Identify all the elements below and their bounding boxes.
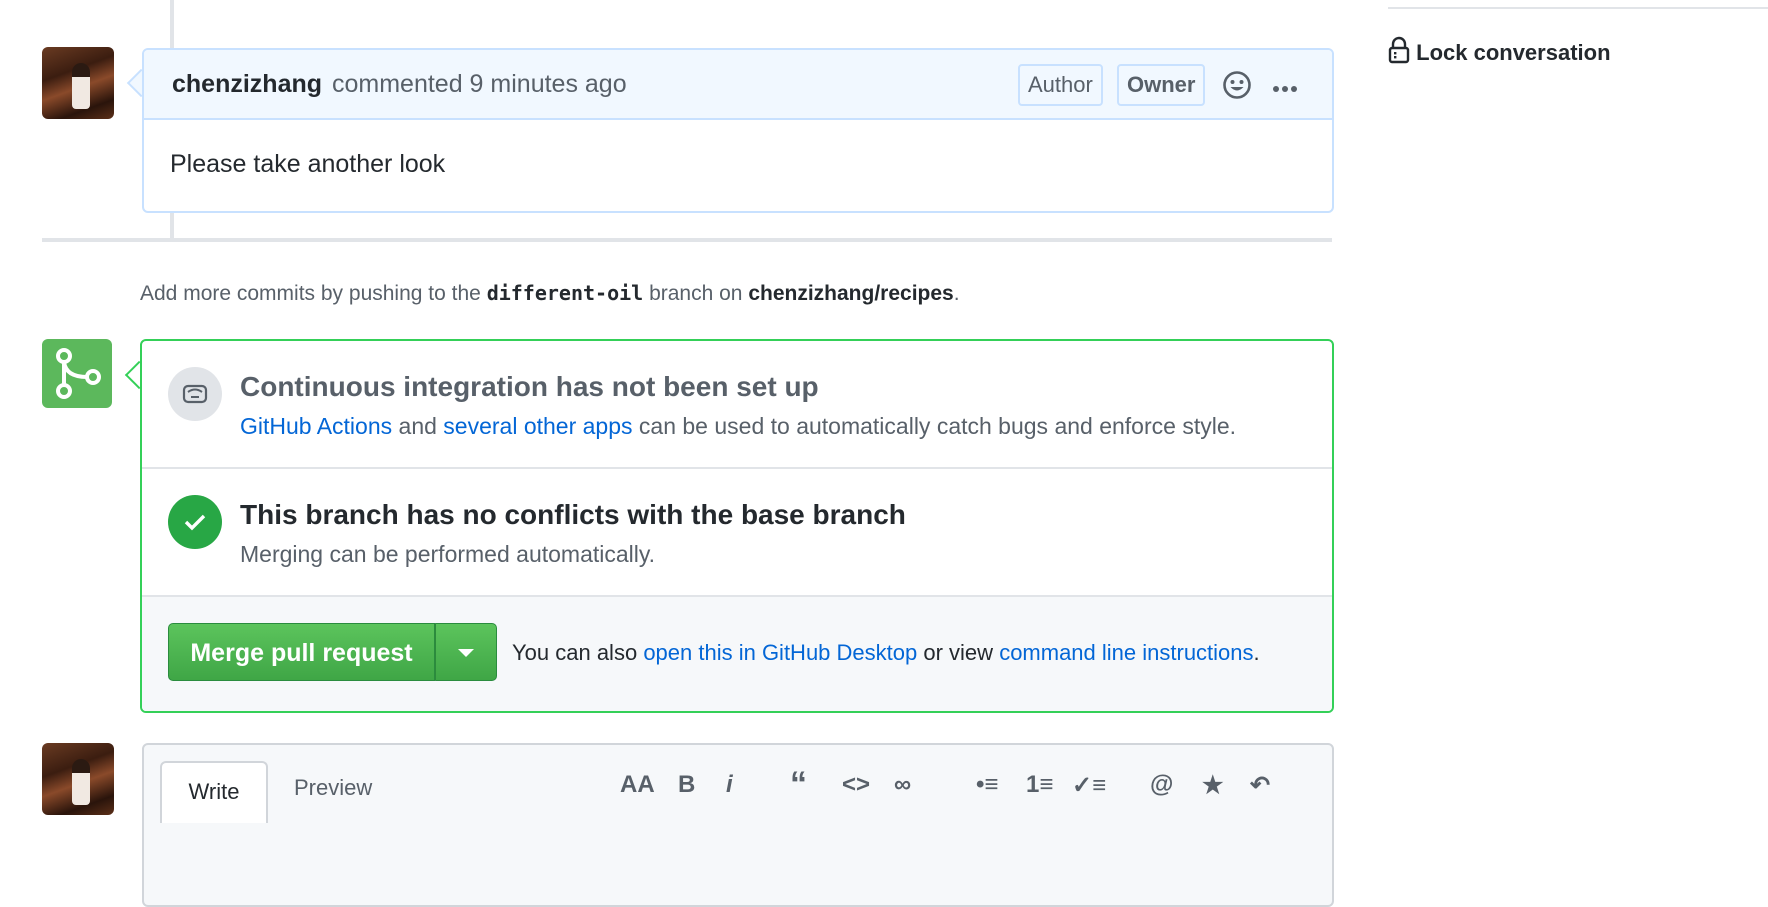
numbered-list-icon[interactable]: 1≡: [1026, 771, 1053, 799]
lock-conversation-label: Lock conversation: [1416, 40, 1611, 65]
ci-rest: can be used to automatically catch bugs …: [638, 413, 1237, 439]
merge-pull-request-button[interactable]: Merge pull request: [168, 623, 435, 681]
merge-suffix: .: [1253, 640, 1260, 665]
link-icon[interactable]: ∞: [894, 771, 911, 799]
avatar-figure: [72, 63, 90, 109]
ci-description: GitHub Actions and several other apps ca…: [240, 413, 1236, 440]
reply-icon[interactable]: ↶: [1250, 771, 1270, 800]
avatar[interactable]: [42, 47, 114, 119]
conflicts-section: This branch has no conflicts with the ba…: [142, 469, 1332, 597]
ci-and: and: [398, 413, 437, 439]
merge-alternatives: You can also open this in GitHub Desktop…: [512, 640, 1260, 666]
push-info-middle: branch on: [649, 282, 743, 305]
italic-icon[interactable]: i: [726, 771, 733, 799]
also-prefix: You can also: [512, 640, 638, 665]
git-merge-icon: [42, 339, 112, 408]
timeline-divider: [42, 238, 1332, 242]
comment-box: chenzizhang commented 9 minutes ago Auth…: [142, 48, 1334, 213]
github-actions-link[interactable]: GitHub Actions: [240, 413, 392, 439]
or-view: or view: [923, 640, 994, 665]
comment-body: Please take another look: [170, 150, 446, 178]
command-line-link[interactable]: command line instructions: [999, 640, 1253, 665]
check-icon: [183, 512, 207, 537]
sidebar-divider: [1388, 7, 1768, 9]
smiley-icon[interactable]: [1222, 70, 1252, 105]
ci-title: Continuous integration has not been set …: [240, 371, 819, 402]
reference-icon[interactable]: ★: [1202, 771, 1224, 800]
comment-header: chenzizhang commented 9 minutes ago Auth…: [144, 50, 1332, 120]
other-apps-link[interactable]: several other apps: [443, 413, 632, 439]
text-size-icon[interactable]: AA: [620, 771, 655, 799]
robot-icon: [182, 383, 208, 410]
mention-icon[interactable]: @: [1150, 771, 1173, 799]
push-info-suffix: .: [953, 282, 960, 305]
push-info-prefix: Add more commits by pushing to the: [140, 282, 481, 305]
lock-conversation-link[interactable]: Lock conversation: [1388, 36, 1611, 70]
tab-preview[interactable]: Preview: [294, 775, 372, 801]
merge-box: Continuous integration has not been set …: [140, 339, 1334, 713]
comment-author-link[interactable]: chenzizhang: [172, 70, 322, 99]
caret-down-icon: [458, 649, 474, 657]
quote-icon[interactable]: “: [790, 765, 807, 804]
push-info: Add more commits by pushing to the diffe…: [140, 281, 960, 306]
branch-name: different-oil: [486, 281, 644, 305]
avatar-figure: [72, 759, 90, 805]
more-options-icon[interactable]: [1272, 80, 1298, 98]
conflicts-description: Merging can be performed automatically.: [240, 541, 656, 567]
code-icon[interactable]: <>: [842, 771, 870, 799]
merge-method-dropdown[interactable]: [435, 623, 497, 681]
avatar[interactable]: [42, 743, 114, 815]
bold-icon[interactable]: B: [678, 771, 695, 799]
ci-section: Continuous integration has not been set …: [142, 341, 1332, 469]
tab-write[interactable]: Write: [160, 761, 268, 823]
bulleted-list-icon[interactable]: •≡: [976, 771, 998, 799]
task-list-icon[interactable]: ✓≡: [1072, 771, 1106, 800]
repo-name: chenzizhang/recipes: [748, 282, 954, 305]
author-badge: Author: [1018, 64, 1103, 106]
conflicts-title: This branch has no conflicts with the ba…: [240, 499, 906, 530]
comment-editor: Write Preview AA B i “ <> ∞ •≡ 1≡ ✓≡ @ ★…: [142, 743, 1334, 907]
ci-circle: [168, 367, 222, 421]
ok-circle: [168, 495, 222, 549]
github-desktop-link[interactable]: open this in GitHub Desktop: [643, 640, 917, 665]
comment-timestamp[interactable]: commented 9 minutes ago: [332, 70, 627, 99]
lock-icon: [1388, 36, 1410, 70]
merge-actions-section: Merge pull request You can also open thi…: [142, 597, 1332, 711]
owner-badge: Owner: [1117, 64, 1206, 106]
